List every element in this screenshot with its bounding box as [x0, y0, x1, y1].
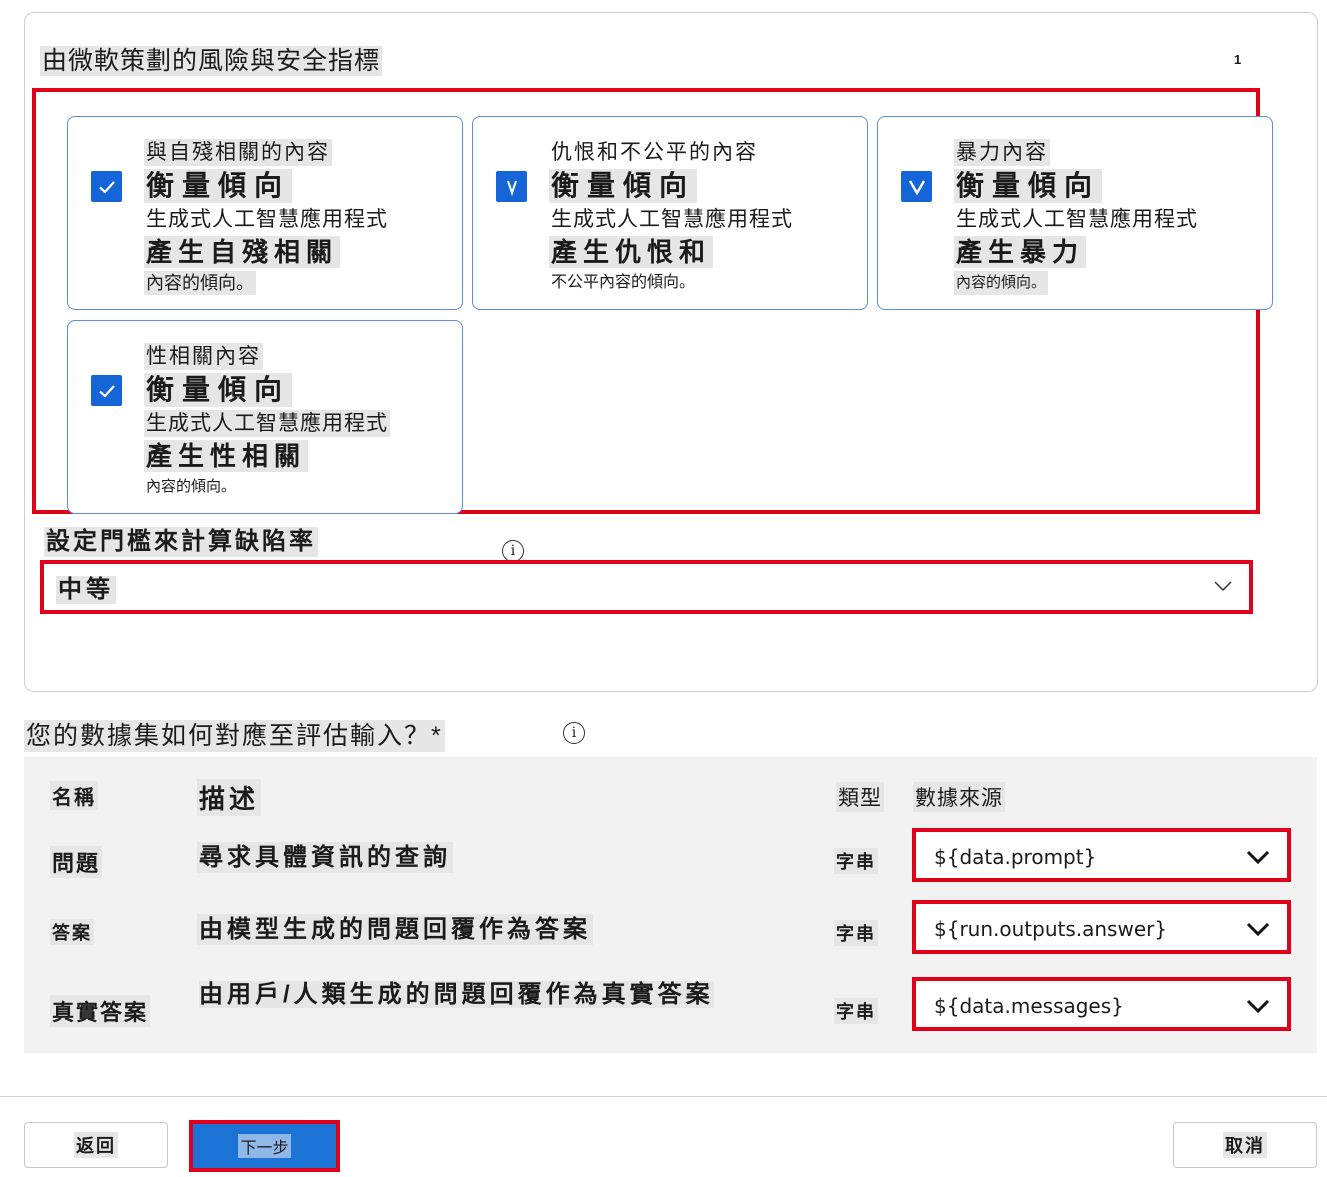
row-type: 字串	[834, 920, 878, 946]
metric-measure: 衡量傾向	[144, 373, 293, 407]
metric-gen: 產生自殘相關	[144, 236, 341, 268]
next-label: 下一步	[238, 1134, 291, 1158]
row-type: 字串	[834, 998, 878, 1024]
checkmark-icon	[908, 179, 925, 195]
source-value: ${data.messages}	[934, 994, 1124, 1018]
metric-app: 生成式人工智慧應用程式	[956, 208, 1198, 231]
header-description: 描述	[197, 779, 262, 816]
row-description: 由模型生成的問題回覆作為答案	[197, 914, 593, 945]
metric-name: 暴力內容	[954, 139, 1050, 166]
info-icon[interactable]: i	[502, 540, 524, 562]
cancel-button[interactable]: 取消	[1173, 1122, 1317, 1168]
next-button[interactable]: 下一步	[193, 1124, 336, 1168]
threshold-label: 設定門檻來計算缺陷率	[44, 527, 318, 557]
row-type: 字串	[834, 848, 878, 874]
metric-gen: 產生暴力	[954, 236, 1087, 268]
header-source: 數據來源	[913, 782, 1005, 812]
checkmark-icon	[98, 180, 115, 194]
metric-app: 生成式人工智慧應用程式	[146, 208, 388, 231]
checkbox-violence[interactable]	[901, 171, 932, 202]
metric-tail: 內容的傾向。	[144, 271, 256, 295]
threshold-select[interactable]: 中等	[40, 560, 1253, 614]
footer-divider	[0, 1096, 1327, 1097]
chevron-down-icon	[1214, 581, 1232, 592]
metric-tail: 內容的傾向。	[954, 271, 1049, 295]
panel-title: 由微軟策劃的風險與安全指標	[40, 46, 383, 76]
metric-tail: 內容的傾向。	[146, 478, 237, 495]
row-description: 由用戶/人類生成的問題回覆作為真實答案	[197, 979, 797, 1010]
row-name: 答案	[50, 919, 94, 945]
source-select-ground-truth[interactable]: ${data.messages}	[912, 977, 1291, 1031]
row-description-text: 由用戶/人類生成的問題回覆作為真實答案	[199, 981, 714, 1008]
back-button[interactable]: 返回	[24, 1122, 168, 1168]
metric-card-sexual[interactable]: 性相關內容 衡量傾向 生成式人工智慧應用程式 產生性相關 內容的傾向。	[67, 320, 463, 514]
metric-measure: 衡量傾向	[144, 169, 293, 203]
source-select-question[interactable]: ${data.prompt}	[912, 828, 1291, 882]
page-marker: 1	[1234, 52, 1242, 67]
chevron-down-icon	[1246, 850, 1270, 865]
threshold-value: 中等	[56, 576, 116, 604]
row-description: 尋求具體資訊的查詢	[197, 842, 453, 873]
metric-app: 生成式人工智慧應用程式	[551, 208, 793, 231]
back-label: 返回	[74, 1132, 118, 1158]
source-value: ${data.prompt}	[934, 845, 1097, 869]
row-name: 真實答案	[50, 995, 151, 1027]
metric-name: 與自殘相關的內容	[144, 139, 332, 166]
metric-tail: 不公平內容的傾向。	[551, 274, 696, 291]
row-name: 問題	[50, 846, 103, 878]
cancel-label: 取消	[1223, 1132, 1267, 1158]
source-select-answer[interactable]: ${run.outputs.answer}	[912, 900, 1291, 954]
header-type: 類型	[836, 782, 884, 812]
next-button-highlight: 下一步	[189, 1120, 340, 1172]
metric-card-hate-unfairness[interactable]: 仇恨和不公平的內容 衡量傾向 生成式人工智慧應用程式 產生仇恨和 不公平內容的傾…	[472, 116, 868, 310]
header-name: 名稱	[50, 781, 98, 810]
metric-card-self-harm[interactable]: 與自殘相關的內容 衡量傾向 生成式人工智慧應用程式 產生自殘相關 內容的傾向。	[67, 116, 463, 310]
metric-name: 性相關內容	[144, 343, 263, 370]
metric-name: 仇恨和不公平的內容	[551, 141, 758, 164]
metric-measure: 衡量傾向	[954, 169, 1103, 203]
info-icon[interactable]: i	[563, 722, 585, 744]
metric-app: 生成式人工智慧應用程式	[144, 410, 390, 437]
source-value: ${run.outputs.answer}	[934, 917, 1168, 941]
checkbox-hate-unfairness[interactable]	[496, 171, 527, 202]
metric-card-violence[interactable]: 暴力內容 衡量傾向 生成式人工智慧應用程式 產生暴力 內容的傾向。	[877, 116, 1273, 310]
mapping-title: 您的數據集如何對應至評估輸入？*	[24, 720, 445, 752]
metric-measure: 衡量傾向	[549, 169, 698, 203]
checkmark-icon	[98, 384, 115, 398]
checkbox-self-harm[interactable]	[91, 171, 122, 202]
checkbox-sexual[interactable]	[91, 375, 122, 406]
metric-gen: 產生性相關	[144, 440, 309, 472]
chevron-down-icon	[1246, 999, 1270, 1014]
checkmark-icon	[506, 180, 517, 196]
metric-gen: 產生仇恨和	[549, 236, 714, 268]
chevron-down-icon	[1246, 922, 1270, 937]
